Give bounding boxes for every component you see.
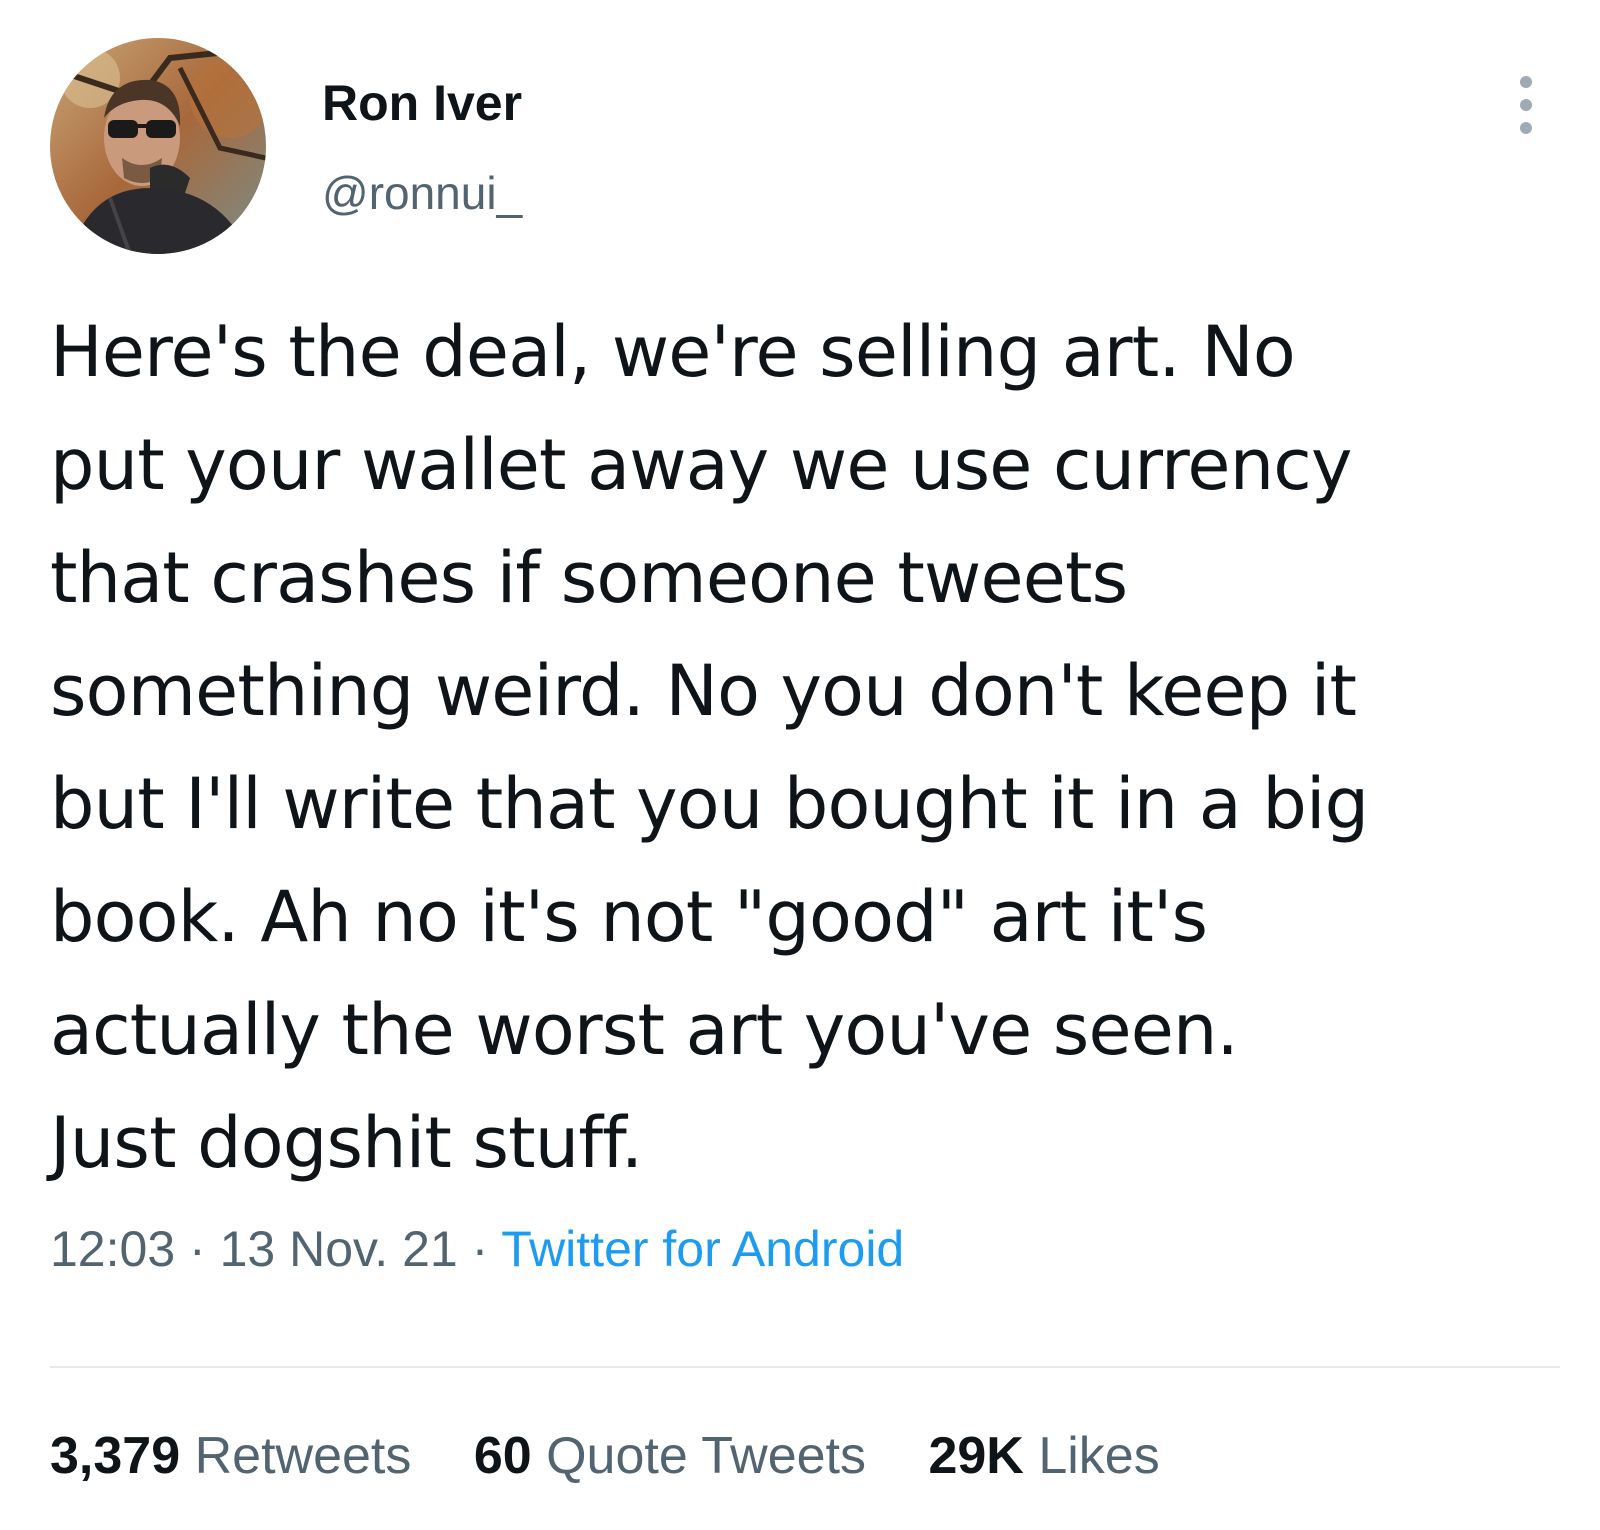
tweet-meta: 12:03 · 13 Nov. 21 · Twitter for Android <box>50 1220 904 1278</box>
retweets-count: 3,379 <box>50 1427 181 1485</box>
quote-tweets-count: 60 <box>473 1427 532 1485</box>
tweet-source-link[interactable]: Twitter for Android <box>501 1221 904 1277</box>
tweet-text: Here's the deal, we're selling art. No p… <box>50 311 1369 1184</box>
tweet-stats: 3,379 Retweets 60 Quote Tweets 29K Likes <box>50 1426 1208 1486</box>
divider <box>50 1366 1560 1368</box>
quote-tweets-stat[interactable]: 60 Quote Tweets <box>474 1426 866 1486</box>
author-display-name[interactable]: Ron Iver <box>322 74 522 132</box>
avatar[interactable] <box>50 38 266 254</box>
likes-label: Likes <box>1038 1427 1160 1485</box>
more-vertical-icon <box>1520 76 1532 134</box>
meta-separator: · <box>471 1221 489 1277</box>
retweets-stat[interactable]: 3,379 Retweets <box>50 1426 411 1486</box>
more-options-button[interactable] <box>1506 70 1546 140</box>
tweet-time[interactable]: 12:03 <box>50 1221 175 1277</box>
likes-count: 29K <box>928 1427 1024 1485</box>
author-handle[interactable]: @ronnui_ <box>322 166 522 220</box>
likes-stat[interactable]: 29K Likes <box>928 1426 1159 1486</box>
retweets-label: Retweets <box>194 1427 412 1485</box>
tweet-date[interactable]: 13 Nov. 21 <box>220 1221 458 1277</box>
quote-tweets-label: Quote Tweets <box>546 1427 867 1485</box>
meta-separator: · <box>189 1221 206 1277</box>
avatar-photo <box>50 38 266 254</box>
